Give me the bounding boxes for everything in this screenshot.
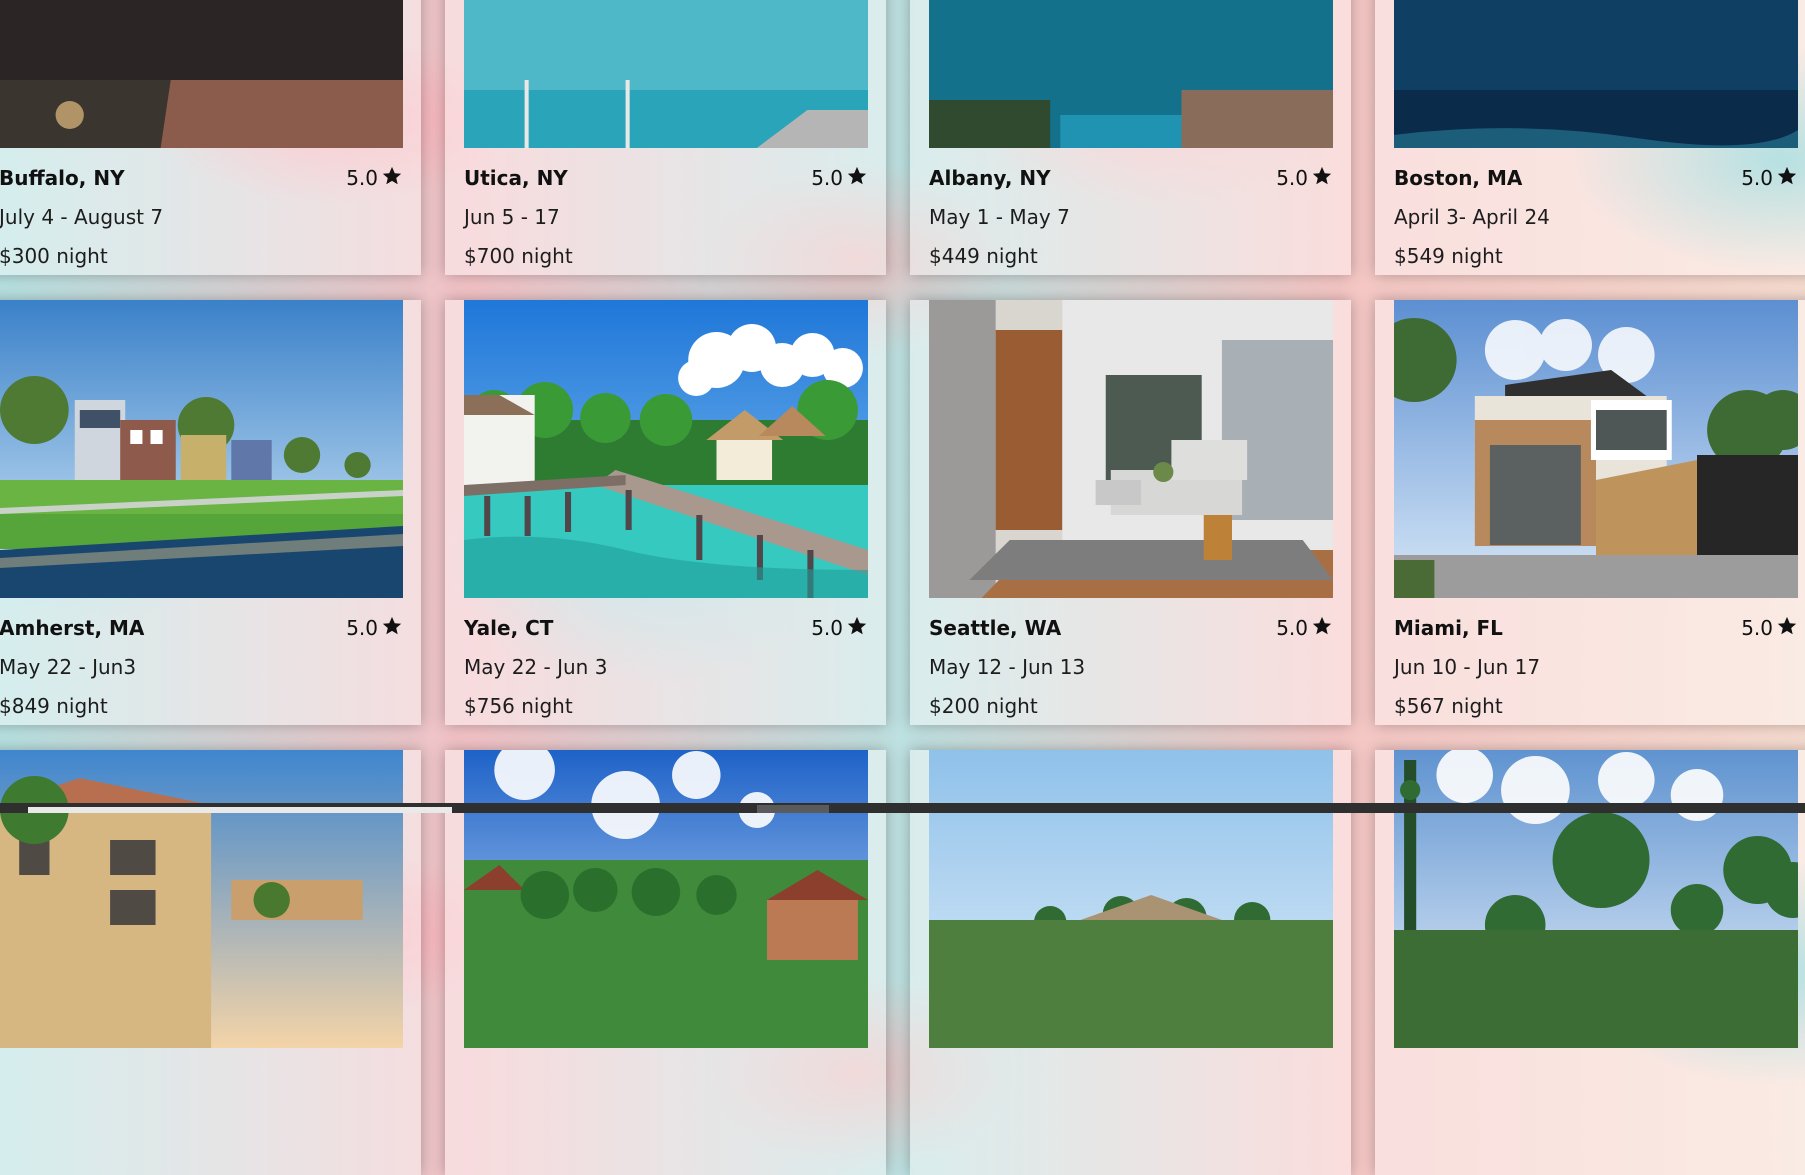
rating-value: 5.0 (1276, 166, 1308, 190)
listing-photo[interactable] (1394, 0, 1798, 148)
listing-rating: 5.0 (1741, 615, 1798, 641)
listing-photo[interactable] (464, 300, 868, 598)
listing-dates: April 3- April 24 (1394, 205, 1550, 229)
listing-card[interactable] (445, 750, 886, 1175)
listing-price: $549 night (1394, 244, 1503, 268)
listing-card[interactable] (1375, 750, 1805, 1175)
rating-value: 5.0 (346, 616, 378, 640)
listing-card[interactable]: Buffalo, NY 5.0 July 4 - August 7 $300 n… (0, 0, 421, 275)
listing-price: $449 night (929, 244, 1038, 268)
star-icon (847, 616, 867, 635)
listing-price: $849 night (0, 694, 108, 718)
listing-dates: May 22 - Jun 3 (464, 655, 608, 679)
scrollbar-thumb[interactable] (757, 805, 829, 813)
listing-dates: May 12 - Jun 13 (929, 655, 1086, 679)
listing-city: Miami, FL (1394, 616, 1503, 640)
listing-rating: 5.0 (1276, 615, 1333, 641)
listing-rating: 5.0 (346, 615, 403, 641)
listing-price: $756 night (464, 694, 573, 718)
star-icon (382, 616, 402, 635)
listing-city: Amherst, MA (0, 616, 145, 640)
listing-price: $700 night (464, 244, 573, 268)
listing-card[interactable]: Boston, MA 5.0 April 3- April 24 $549 ni… (1375, 0, 1805, 275)
listing-photo[interactable] (929, 0, 1333, 148)
listing-card[interactable]: Seattle, WA 5.0 May 12 - Jun 13 $200 nig… (910, 300, 1351, 725)
listing-dates: Jun 10 - Jun 17 (1394, 655, 1541, 679)
rating-value: 5.0 (346, 166, 378, 190)
star-icon (1777, 616, 1797, 635)
listing-city: Seattle, WA (929, 616, 1062, 640)
listing-price: $200 night (929, 694, 1038, 718)
listing-photo[interactable] (1394, 750, 1798, 1048)
listing-card[interactable]: Utica, NY 5.0 Jun 5 - 17 $700 night (445, 0, 886, 275)
star-icon (1312, 166, 1332, 185)
listing-card[interactable]: Yale, CT 5.0 May 22 - Jun 3 $756 night (445, 300, 886, 725)
listing-dates: Jun 5 - 17 (464, 205, 560, 229)
star-icon (382, 166, 402, 185)
listing-price: $300 night (0, 244, 108, 268)
listing-card[interactable] (0, 750, 421, 1175)
listing-city: Yale, CT (464, 616, 554, 640)
listing-card[interactable]: Miami, FL 5.0 Jun 10 - Jun 17 $567 night (1375, 300, 1805, 725)
listing-city: Utica, NY (464, 166, 568, 190)
listing-rating: 5.0 (1741, 165, 1798, 191)
listing-dates: May 1 - May 7 (929, 205, 1070, 229)
rating-value: 5.0 (1741, 166, 1773, 190)
star-icon (1777, 166, 1797, 185)
listing-dates: July 4 - August 7 (0, 205, 164, 229)
star-icon (1312, 616, 1332, 635)
listing-photo[interactable] (1394, 300, 1798, 598)
listing-photo[interactable] (464, 0, 868, 148)
rating-value: 5.0 (1741, 616, 1773, 640)
listing-rating: 5.0 (811, 165, 868, 191)
listing-card[interactable] (910, 750, 1351, 1175)
listing-photo[interactable] (0, 300, 403, 598)
scrollbar-track-highlight (28, 807, 452, 813)
listing-city: Albany, NY (929, 166, 1051, 190)
listing-card[interactable]: Amherst, MA 5.0 May 22 - Jun3 $849 night (0, 300, 421, 725)
listing-photo[interactable] (929, 300, 1333, 598)
listing-rating: 5.0 (1276, 165, 1333, 191)
listing-city: Buffalo, NY (0, 166, 125, 190)
listing-photo[interactable] (464, 750, 868, 1048)
listing-price: $567 night (1394, 694, 1503, 718)
listing-card[interactable]: Albany, NY 5.0 May 1 - May 7 $449 night (910, 0, 1351, 275)
listing-photo[interactable] (0, 750, 403, 1048)
rating-value: 5.0 (811, 616, 843, 640)
listing-rating: 5.0 (811, 615, 868, 641)
rating-value: 5.0 (811, 166, 843, 190)
listing-rating: 5.0 (346, 165, 403, 191)
rating-value: 5.0 (1276, 616, 1308, 640)
star-icon (847, 166, 867, 185)
horizontal-scrollbar[interactable] (0, 803, 1805, 813)
listing-photo[interactable] (929, 750, 1333, 1048)
listing-dates: May 22 - Jun3 (0, 655, 137, 679)
listing-grid: Buffalo, NY 5.0 July 4 - August 7 $300 n… (0, 0, 1805, 1175)
listing-city: Boston, MA (1394, 166, 1523, 190)
listing-photo[interactable] (0, 0, 403, 148)
